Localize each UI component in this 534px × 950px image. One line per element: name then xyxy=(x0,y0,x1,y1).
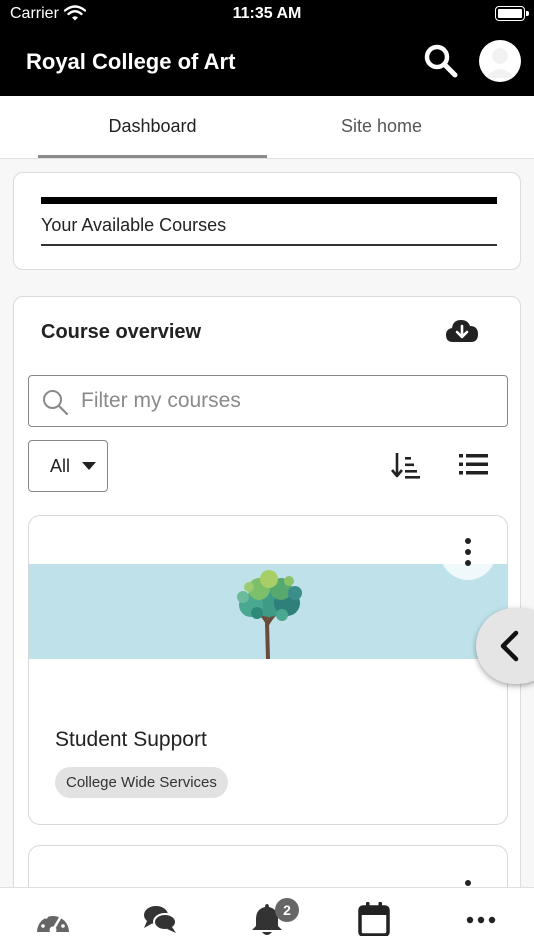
status-filter-select[interactable]: All xyxy=(28,440,108,492)
course-image xyxy=(29,564,507,659)
more-vertical-icon-dot xyxy=(465,549,471,555)
list-view-icon[interactable] xyxy=(458,450,488,480)
calendar-icon[interactable] xyxy=(356,902,392,936)
app-title: Royal College of Art xyxy=(26,49,236,74)
user-silhouette-icon xyxy=(485,48,515,78)
notification-count-badge: 2 xyxy=(275,898,299,922)
dashboard-icon[interactable] xyxy=(35,902,71,936)
available-courses-block: Your Available Courses xyxy=(13,172,521,270)
filter-courses-input[interactable] xyxy=(81,376,491,425)
status-bar: Carrier 11:35 AM xyxy=(0,0,534,28)
cloud-download-icon[interactable] xyxy=(445,317,479,345)
heading-rule xyxy=(41,197,497,204)
bottom-nav: 2 xyxy=(0,887,534,950)
status-filter-value: All xyxy=(50,456,71,476)
course-overview-block: Course overview All xyxy=(13,296,521,887)
course-name[interactable]: Student Support xyxy=(55,728,207,752)
more-vertical-icon-dot xyxy=(465,560,471,566)
battery-icon xyxy=(495,6,529,21)
tab-indicator xyxy=(38,155,267,158)
dashboard-content[interactable]: Your Available Courses Course overview A… xyxy=(0,159,534,887)
course-category-badge: College Wide Services xyxy=(55,767,228,798)
tab-dashboard[interactable]: Dashboard xyxy=(38,96,267,158)
course-overview-title: Course overview xyxy=(41,321,202,343)
more-icon[interactable] xyxy=(463,902,499,936)
tab-bar: Dashboard Site home xyxy=(0,96,534,159)
search-icon[interactable] xyxy=(422,42,460,80)
chevron-left-icon xyxy=(500,630,519,662)
search-icon xyxy=(43,390,69,416)
messages-icon[interactable] xyxy=(142,902,178,936)
available-courses-heading: Your Available Courses xyxy=(41,215,227,235)
clock: 11:35 AM xyxy=(232,5,302,22)
sort-icon[interactable] xyxy=(391,450,421,480)
tree-icon xyxy=(237,570,302,659)
course-options-button[interactable] xyxy=(440,524,496,580)
heading-underline xyxy=(41,244,497,246)
more-vertical-icon xyxy=(465,880,471,886)
tab-site-home[interactable]: Site home xyxy=(267,96,496,158)
filter-field[interactable] xyxy=(28,375,508,427)
more-vertical-icon xyxy=(465,538,471,544)
user-avatar[interactable] xyxy=(479,40,521,82)
caret-down-icon xyxy=(82,462,96,470)
course-options-button[interactable] xyxy=(440,854,496,887)
app-bar: Royal College of Art xyxy=(0,28,534,96)
course-card[interactable]: Student Support College Wide Services xyxy=(28,515,508,825)
course-card[interactable] xyxy=(28,845,508,887)
